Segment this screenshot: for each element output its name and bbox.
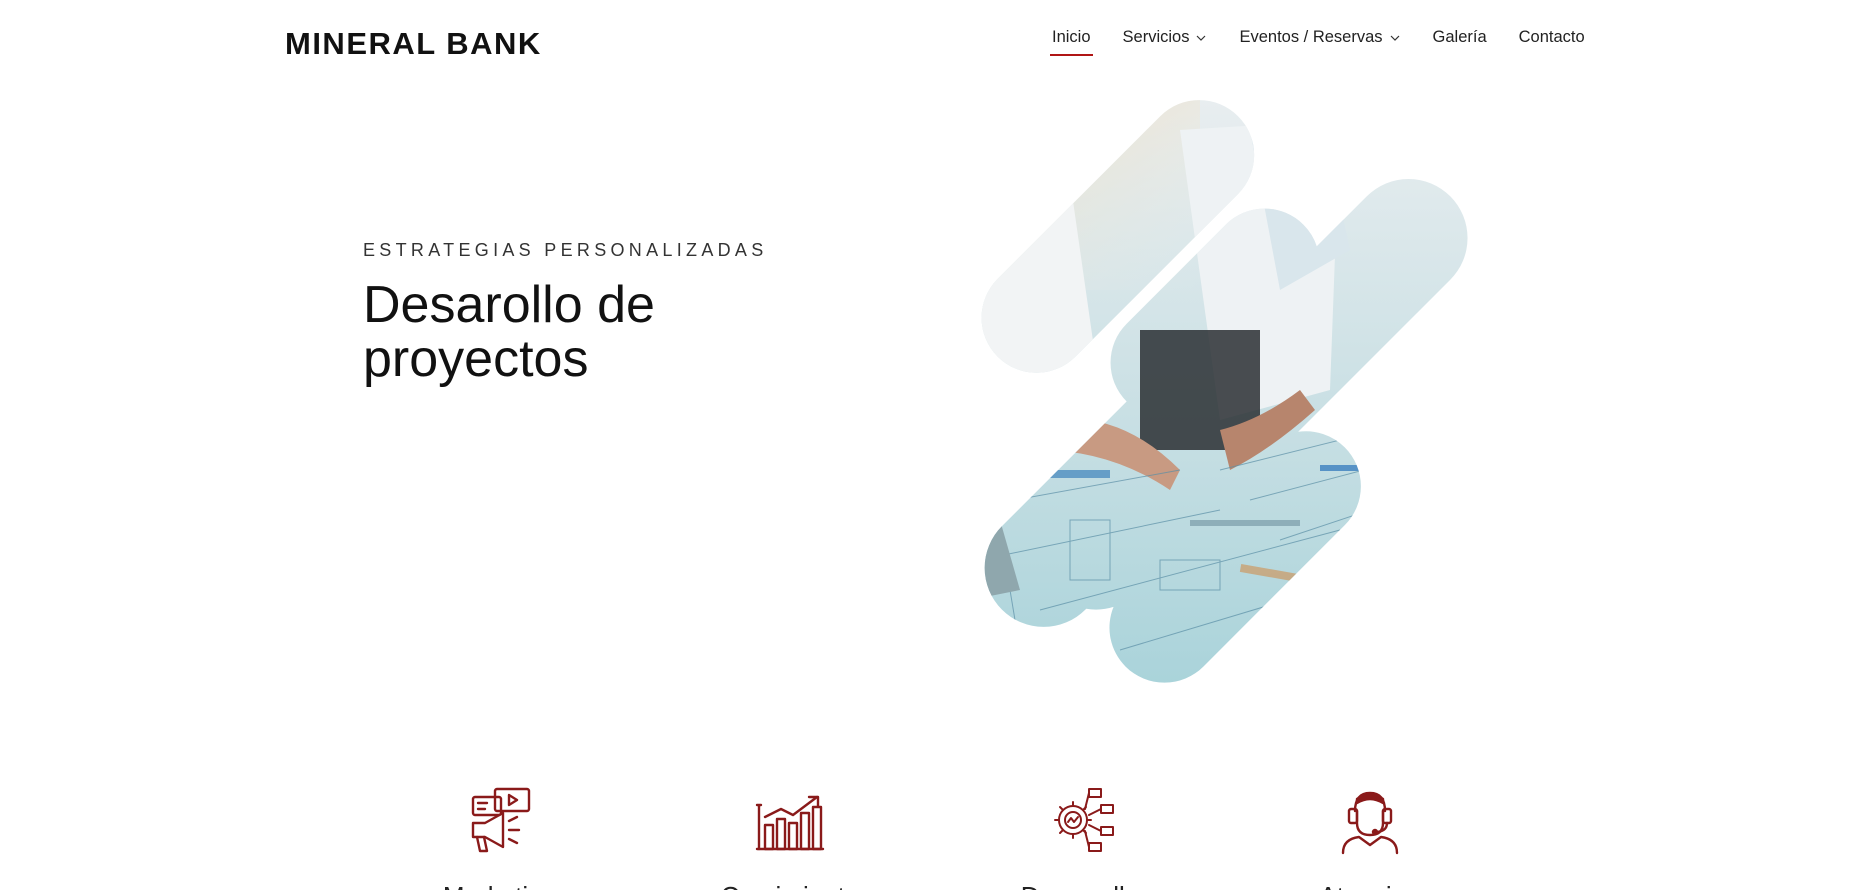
hero-title: Desarollo de proyectos (363, 276, 655, 388)
services-row: Marketing Crecimiento (380, 785, 1490, 890)
nav-item-eventos[interactable]: Eventos / Reservas (1239, 28, 1400, 47)
service-label: Desarrollo (960, 881, 1200, 890)
nav-item-galeria[interactable]: Galería (1433, 28, 1487, 47)
nav-item-servicios[interactable]: Servicios (1123, 28, 1208, 47)
service-label: Marketing (380, 881, 620, 890)
nav-label: Galería (1432, 28, 1487, 46)
nav-label: Inicio (1052, 28, 1091, 46)
service-crecimiento[interactable]: Crecimiento (670, 785, 910, 890)
nav-label: Contacto (1518, 28, 1585, 46)
page: MINERAL BANK Inicio Servicios Eventos / … (0, 0, 1870, 890)
hero-kicker: ESTRATEGIAS PERSONALIZADAS (363, 240, 768, 260)
megaphone-video-icon (471, 787, 531, 853)
service-label: Atencion (1250, 881, 1490, 890)
service-marketing[interactable]: Marketing (380, 785, 620, 890)
chevron-down-icon (1390, 35, 1399, 41)
nav-item-contacto[interactable]: Contacto (1519, 28, 1585, 47)
service-desarrollo[interactable]: Desarrollo (960, 785, 1200, 890)
hero-image (958, 90, 1480, 690)
nav-label: Eventos / Reservas (1239, 28, 1383, 46)
nav-item-inicio[interactable]: Inicio (1050, 28, 1093, 56)
site-logo[interactable]: MINERAL BANK (285, 26, 542, 62)
headset-agent-icon (1341, 791, 1399, 855)
service-label: Crecimiento (670, 881, 910, 890)
chevron-down-icon (1197, 35, 1206, 41)
main-nav: Inicio Servicios Eventos / Reservas Gale… (1050, 28, 1585, 56)
gear-network-icon (1054, 788, 1114, 852)
nav-label: Servicios (1122, 28, 1190, 46)
growth-chart-icon (755, 795, 825, 851)
service-atencion[interactable]: Atencion (1250, 785, 1490, 890)
